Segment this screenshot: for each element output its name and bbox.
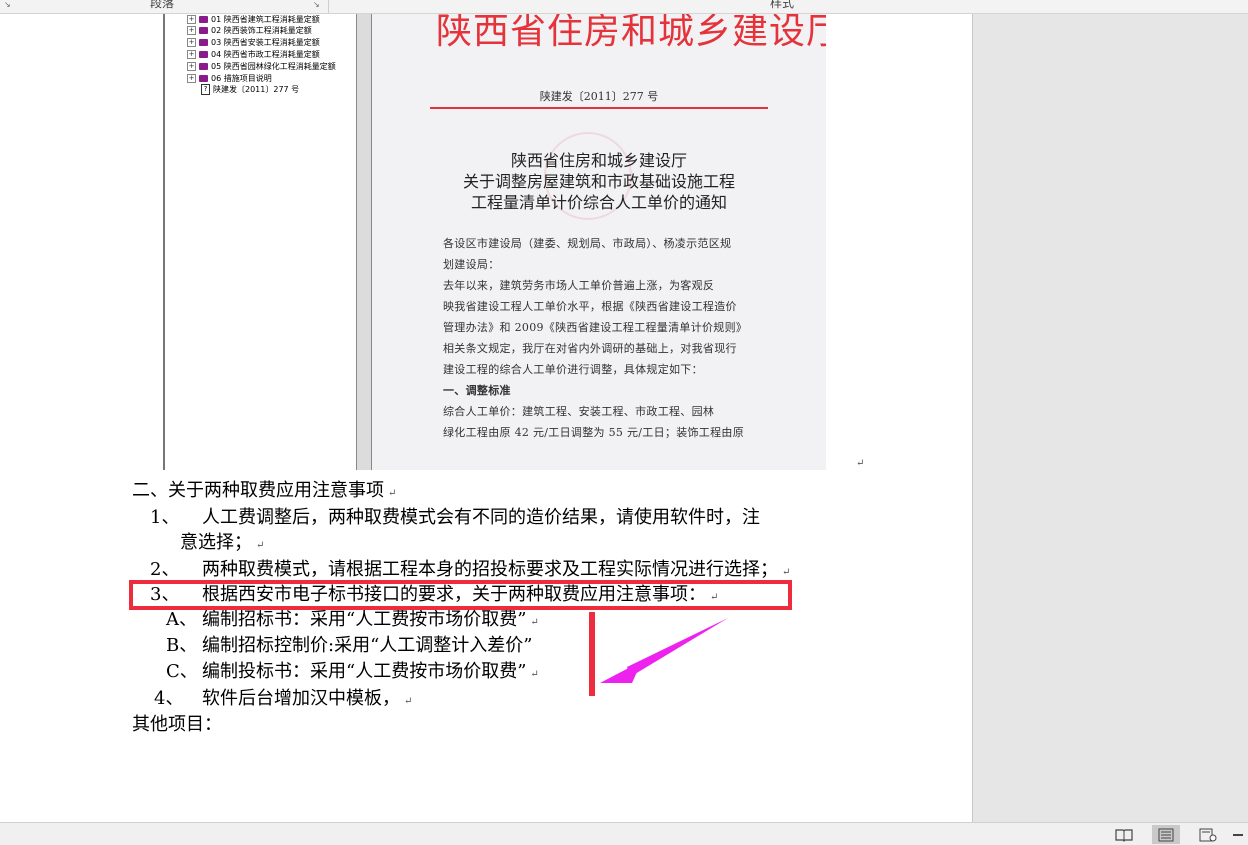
list-item-4[interactable]: 软件后台增加汉中模板， ↵ — [202, 687, 412, 714]
sub-label-b: B、 — [166, 635, 198, 656]
tree-item: +06 措施项目说明 — [187, 74, 272, 83]
notice-body-line: 映我省建设工程人工单价水平，根据《陕西省建设工程造价 — [443, 300, 737, 313]
quota-tree-panel: +01 陕西省建筑工程消耗量定额 +02 陕西装饰工程消耗量定额 +03 陕西省… — [163, 14, 360, 470]
expand-icon: + — [187, 62, 196, 71]
help-doc-icon: ? — [201, 84, 210, 95]
book-icon — [199, 16, 208, 23]
document-page[interactable]: +01 陕西省建筑工程消耗量定额 +02 陕西装饰工程消耗量定额 +03 陕西省… — [0, 14, 973, 822]
tree-item: +05 陕西省园林绿化工程消耗量定额 — [187, 62, 336, 71]
list-item-1-line2[interactable]: 意选择； ↵ — [180, 531, 264, 558]
list-number-1: 1、 — [150, 507, 180, 528]
notice-body-line: 一、调整标准 — [443, 384, 511, 397]
status-bar — [0, 822, 1248, 845]
page-margin-area — [973, 14, 1248, 822]
scanned-notice: 陕西省住房和城乡建设厅文件 陕建发〔2011〕277 号 陕西省住房和城乡建设厅… — [372, 14, 826, 470]
notice-body-line: 管理办法》和 2009《陕西省建设工程工程量清单计价规则》 — [443, 321, 748, 334]
notice-body-line: 建设工程的综合人工单价进行调整，具体规定如下： — [443, 363, 703, 376]
expand-icon: + — [187, 74, 196, 83]
book-icon — [199, 51, 208, 58]
magenta-arrow-icon — [600, 618, 728, 683]
notice-body-line: 去年以来，建筑劳务市场人工单价普遍上涨，为客观反 — [443, 279, 715, 292]
expand-icon: + — [187, 50, 196, 59]
notice-doc-number: 陕建发〔2011〕277 号 — [539, 90, 659, 103]
highlight-box — [129, 580, 792, 610]
tree-item: +01 陕西省建筑工程消耗量定额 — [187, 15, 320, 24]
dialog-launcher-icon[interactable]: ↘ — [4, 0, 14, 10]
notice-title-line: 工程量清单计价综合人工单价的通知 — [470, 193, 727, 212]
book-icon — [199, 75, 208, 82]
web-layout-icon[interactable] — [1194, 825, 1222, 844]
header-red-line — [430, 107, 768, 109]
sub-item-a[interactable]: 编制招标书：采用“人工费按市场价取费” ↵ — [202, 608, 539, 635]
read-mode-icon[interactable] — [1110, 825, 1138, 844]
expand-icon: + — [187, 38, 196, 47]
tree-item: +03 陕西省安装工程消耗量定额 — [187, 38, 320, 47]
notice-body-line: 相关条文规定，我厅在对省内外调研的基础上，对我省现行 — [443, 342, 737, 355]
notice-body-line: 划建设局： — [443, 258, 500, 271]
expand-icon: + — [187, 26, 196, 35]
paragraph-mark: ↵ — [856, 458, 865, 469]
panel-splitter — [356, 14, 372, 470]
highlight-bar — [589, 612, 595, 696]
list-number-2: 2、 — [150, 559, 180, 580]
book-icon — [199, 39, 208, 46]
ribbon-group-styles: 样式 — [770, 0, 795, 10]
zoom-out-icon[interactable] — [1228, 825, 1248, 844]
tree-item: +02 陕西装饰工程消耗量定额 — [187, 26, 312, 35]
sub-item-c[interactable]: 编制投标书：采用“人工费按市场价取费” ↵ — [202, 660, 539, 687]
tree-item: ? 陕建发〔2011〕277 号 — [201, 84, 299, 95]
ribbon-group-paragraph: 段落 — [150, 0, 175, 10]
book-icon — [199, 27, 208, 34]
heading-two-fee-modes[interactable]: 二、关于两种取费应用注意事项 ↵ — [132, 479, 396, 506]
print-layout-icon[interactable] — [1152, 825, 1180, 844]
notice-body-line: 各设区市建设局（建委、规划局、市政局）、杨凌示范区规 — [443, 237, 732, 250]
notice-header: 陕西省住房和城乡建设厅文件 — [436, 14, 826, 52]
book-icon — [199, 63, 208, 70]
sub-label-c: C、 — [166, 661, 198, 682]
notice-body-line: 绿化工程由原 42 元/工日调整为 55 元/工日；装饰工程由原 — [443, 426, 744, 439]
list-number-4: 4、 — [154, 688, 184, 709]
notice-body-line: 综合人工单价：建筑工程、安装工程、市政工程、园林 — [443, 405, 715, 418]
tree-item: +04 陕西省市政工程消耗量定额 — [187, 50, 320, 59]
other-items-heading[interactable]: 其他项目： — [132, 713, 222, 737]
sub-label-a: A、 — [166, 609, 197, 630]
sub-item-b[interactable]: 编制招标控制价:采用“人工调整计入差价” — [202, 634, 532, 658]
list-item-1-line1[interactable]: 人工费调整后，两种取费模式会有不同的造价结果，请使用软件时，注 — [202, 506, 760, 530]
ribbon-strip: ↘ 段落 ↘ 样式 — [0, 0, 1248, 14]
expand-icon: + — [187, 15, 196, 24]
paragraph-launcher-icon[interactable]: ↘ — [313, 0, 323, 10]
ribbon-separator — [328, 0, 329, 13]
